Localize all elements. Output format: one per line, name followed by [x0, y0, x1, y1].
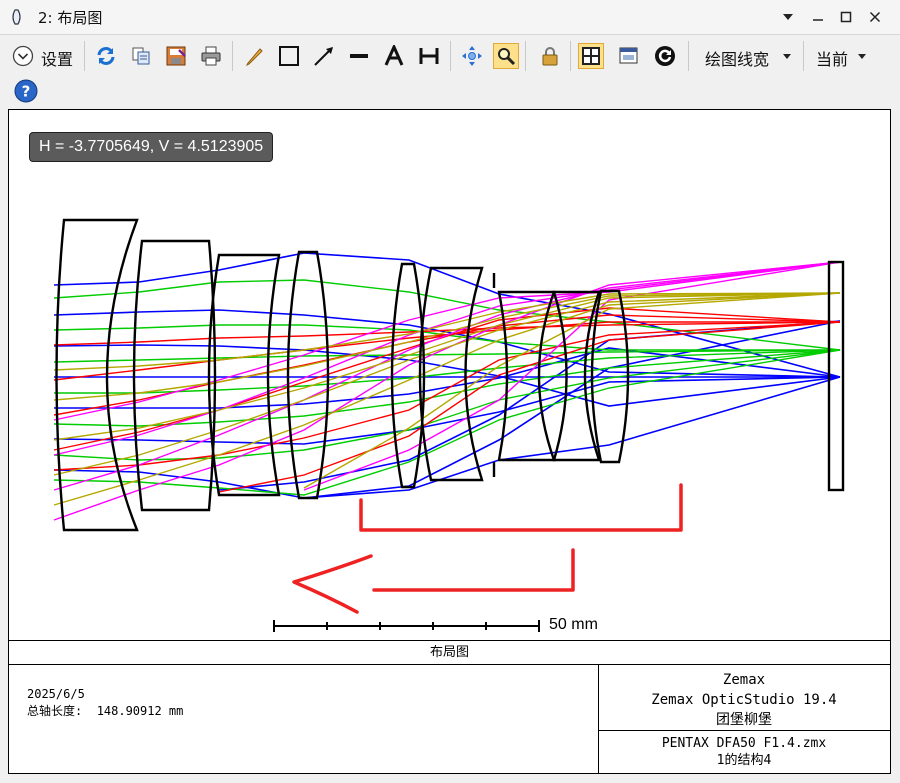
refresh-button[interactable] [93, 43, 119, 69]
plot-date: 2025/6/5 [27, 687, 85, 701]
info-left-block: 2025/6/5 总轴长度: 148.90912 mm [27, 686, 183, 720]
arrow-tool-button[interactable] [311, 43, 337, 69]
triangle-down-icon [783, 14, 793, 20]
pencil-icon [245, 48, 263, 67]
lock-button[interactable] [537, 43, 563, 69]
dimension-icon [419, 48, 439, 64]
rectangle-tool-button[interactable] [276, 43, 302, 69]
grid-button[interactable] [578, 43, 604, 69]
reset-button[interactable] [652, 43, 678, 69]
pan-button[interactable] [459, 43, 485, 69]
minimize-button[interactable] [806, 6, 830, 28]
settings-label[interactable]: 设置 [41, 46, 73, 70]
window-icon [619, 47, 638, 64]
save-image-icon [166, 46, 186, 66]
window-title: 2: 布局图 [38, 9, 103, 27]
settings-button[interactable] [10, 43, 36, 69]
print-button[interactable] [198, 43, 224, 69]
close-icon [869, 11, 881, 23]
current-dropdown-icon [858, 54, 866, 59]
file-name: PENTAX DFA50 F1.4.zmx [661, 736, 827, 751]
chevron-down-circle-icon [12, 45, 34, 67]
markup-arrow-stroke [292, 554, 373, 614]
maximize-icon [840, 11, 852, 23]
move-arrows-icon [462, 46, 482, 66]
refresh-icon [97, 47, 115, 65]
ray-fan-olive [53, 292, 841, 506]
grid-icon [582, 47, 600, 65]
divider [9, 664, 890, 665]
lens-element-3 [207, 253, 281, 497]
window-button[interactable] [616, 43, 642, 69]
linewidth-menu[interactable]: 绘图线宽 [705, 46, 769, 70]
dropdown-button[interactable] [776, 6, 800, 28]
copy-icon [132, 47, 150, 65]
line-tool-button[interactable] [346, 43, 372, 69]
lens-element-4 [286, 250, 330, 500]
pencil-tool-button[interactable] [241, 43, 267, 69]
axis-length-value: 148.90912 mm [96, 704, 184, 718]
info-right-file: PENTAX DFA50 F1.4.zmx 1的结构4 [598, 735, 890, 769]
divider [598, 730, 890, 731]
software-user: 团堡柳堡 [716, 712, 772, 728]
magnifier-icon [498, 48, 516, 66]
divider [9, 640, 890, 641]
minimize-icon [813, 19, 823, 21]
copy-button[interactable] [128, 43, 154, 69]
scale-bar-label: 50 mm [549, 616, 598, 633]
rectangle-icon [279, 46, 299, 66]
text-icon [384, 45, 404, 66]
lock-icon [542, 47, 558, 66]
title-bar: 2: 布局图 [0, 0, 900, 35]
lens-layout-drawing [53, 218, 845, 632]
software-name: Zemax [722, 672, 766, 688]
app-lens-icon [12, 9, 21, 25]
help-icon: ? [14, 79, 38, 103]
printer-icon [201, 46, 221, 66]
markup-bracket [359, 483, 683, 532]
linewidth-dropdown-icon [783, 54, 791, 59]
software-version: Zemax OpticStudio 19.4 [651, 692, 837, 708]
save-image-button[interactable] [163, 43, 189, 69]
svg-text:?: ? [22, 83, 31, 101]
circular-arrow-icon [655, 46, 675, 66]
line-icon [350, 54, 368, 58]
dimension-tool-button[interactable] [416, 43, 442, 69]
markup-return-arrow [372, 548, 575, 592]
info-right-software: Zemax Zemax OpticStudio 19.4 团堡柳堡 [598, 670, 890, 730]
current-menu[interactable]: 当前 [816, 46, 848, 70]
help-button[interactable]: ? [13, 78, 39, 104]
config-label: 1的结构4 [716, 753, 772, 768]
close-button[interactable] [863, 6, 887, 28]
axis-length-label: 总轴长度: [27, 704, 83, 718]
zoom-button[interactable] [493, 43, 519, 69]
text-tool-button[interactable] [381, 43, 407, 69]
scale-bar [273, 620, 540, 632]
layout-plot[interactable]: H = -3.7705649, V = 4.5123905 50 mm 布局图 … [8, 109, 891, 774]
arrow-line-icon [314, 47, 333, 66]
toolbar: 设置 绘图线宽 当前 ? [0, 35, 900, 105]
coordinate-readout: H = -3.7705649, V = 4.5123905 [29, 132, 274, 162]
plot-caption: 布局图 [429, 645, 469, 660]
markup-annotation [292, 483, 683, 614]
maximize-button[interactable] [834, 6, 858, 28]
